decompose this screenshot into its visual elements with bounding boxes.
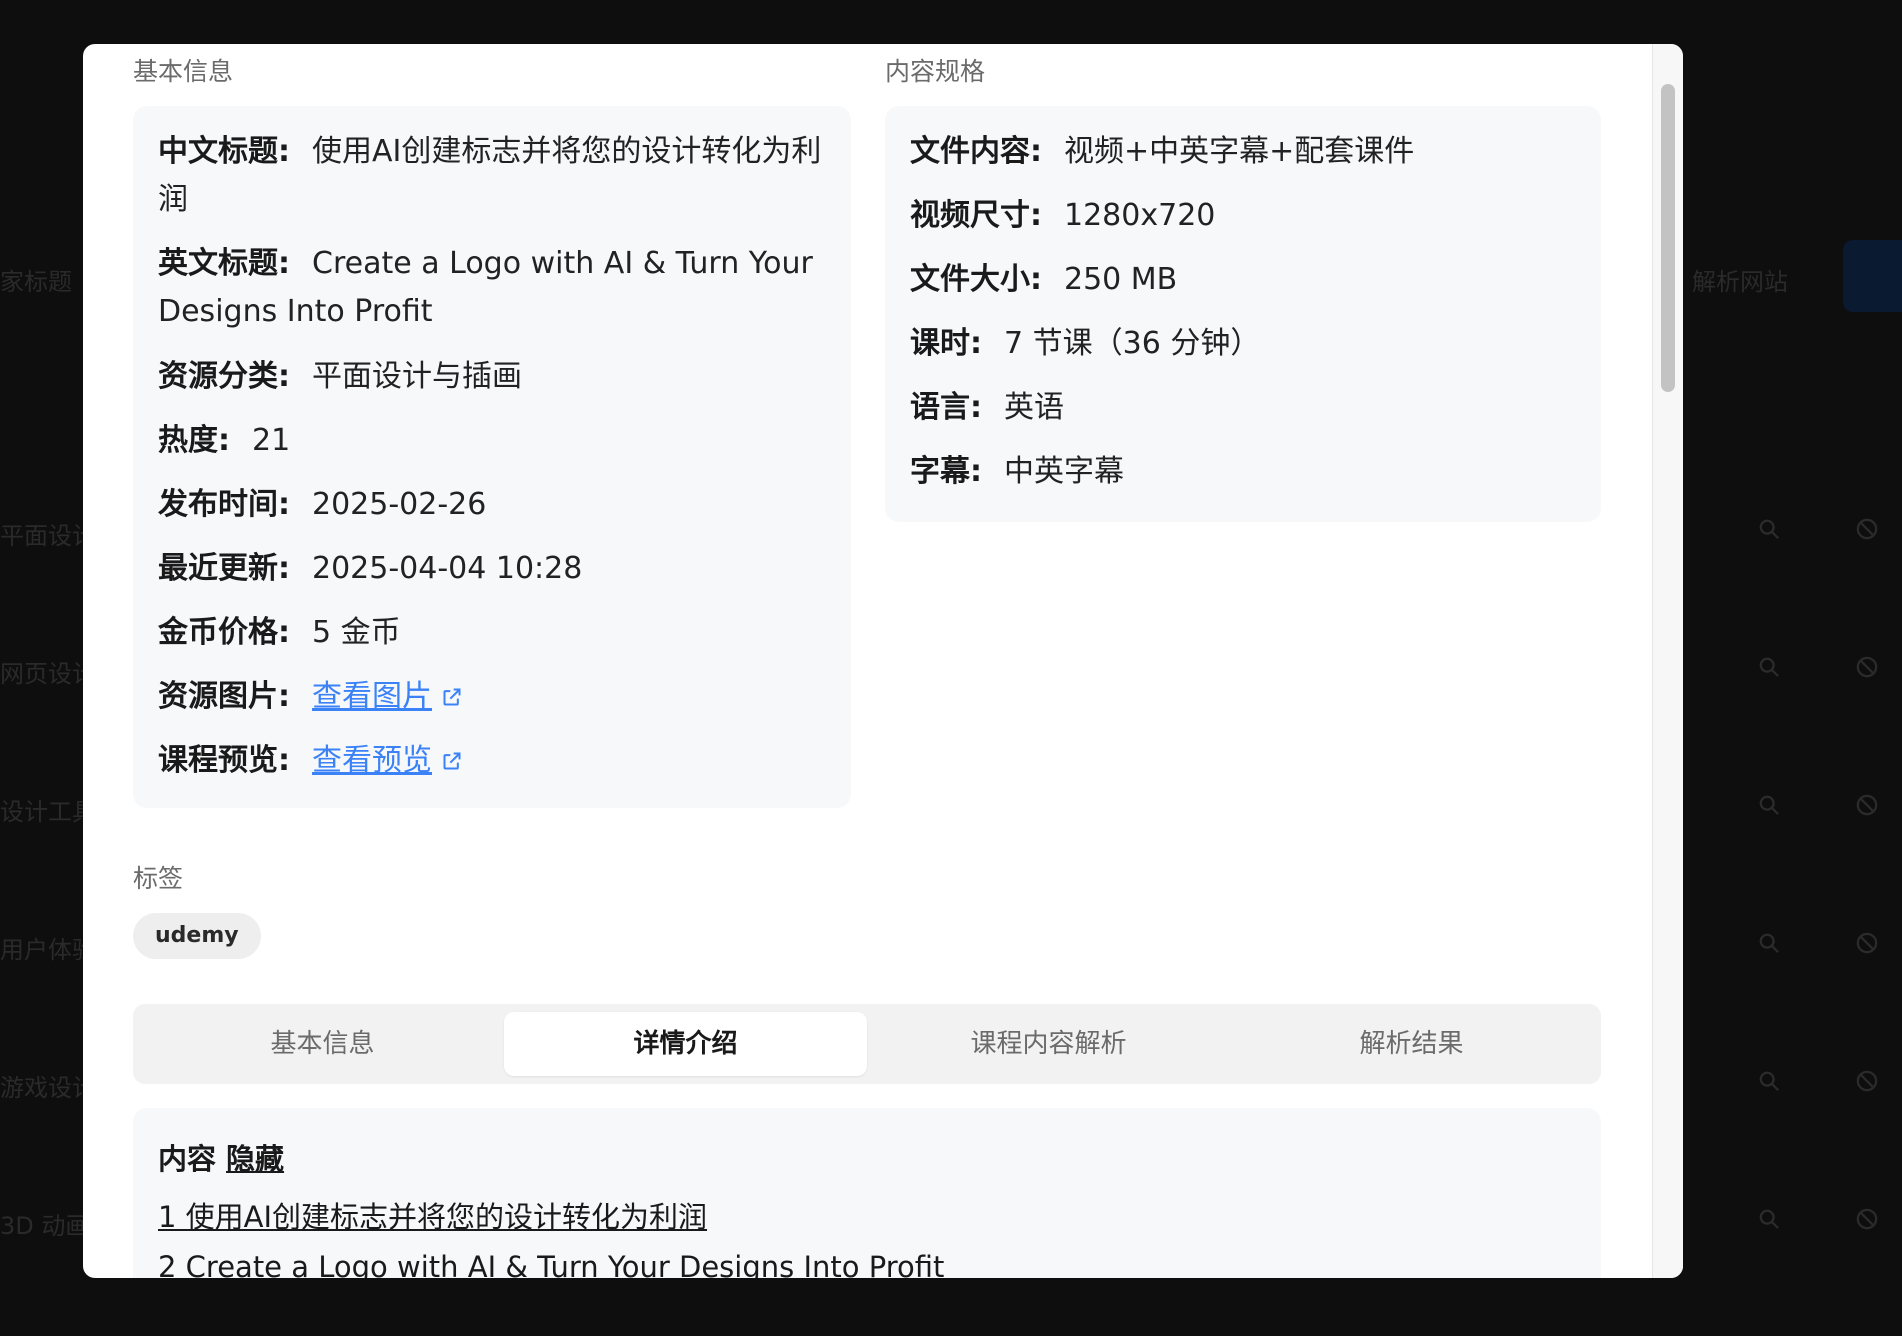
language-label: 语言: (910, 390, 982, 425)
heat-row: 热度: 21 (158, 417, 290, 465)
publish-time-value: 2025-02-26 (312, 487, 487, 522)
video-size-value: 1280x720 (1064, 198, 1216, 233)
search-icon (1759, 933, 1779, 953)
search-icon (1759, 657, 1779, 677)
background-add-button (1843, 240, 1902, 312)
category-value: 平面设计与插画 (312, 359, 522, 394)
background-parse-site-label: 解析网站 (1692, 268, 1788, 296)
view-preview-link[interactable]: 查看预览 (312, 743, 432, 778)
content-spec-card: 文件内容: 视频+中英字幕+配套课件 视频尺寸: 1280x720 文件大小: 250… (885, 106, 1601, 522)
scrollbar-thumb[interactable] (1661, 84, 1675, 392)
cn-title-label: 中文标题: (158, 134, 290, 169)
updated-label: 最近更新: (158, 551, 290, 586)
modal-scrollbar[interactable] (1652, 44, 1683, 1278)
content-toc-link[interactable]: 2 Create a Logo with AI & Turn Your Desi… (158, 1250, 944, 1278)
video-size-label: 视频尺寸: (910, 198, 1042, 233)
search-icon (1759, 1071, 1779, 1091)
video-size-row: 视频尺寸: 1280x720 (910, 192, 1215, 240)
subtitles-label: 字幕: (910, 454, 982, 489)
file-size-row: 文件大小: 250 MB (910, 256, 1177, 304)
content-heading-label: 内容 (158, 1142, 217, 1176)
lessons-label: 课时: (910, 326, 982, 361)
updated-value: 2025-04-04 10:28 (312, 551, 583, 586)
hide-toggle-link[interactable]: 隐藏 (226, 1142, 284, 1176)
image-label: 资源图片: (158, 679, 290, 714)
background-row-label: 平面设计 (0, 522, 96, 550)
lessons-value: 7 节课（36 分钟） (1004, 326, 1261, 361)
tab-basic-info[interactable]: 基本信息 (141, 1012, 504, 1076)
background-row-label: 网页设计 (0, 660, 96, 688)
search-icon (1759, 1209, 1779, 1229)
updated-row: 最近更新: 2025-04-04 10:28 (158, 545, 582, 593)
language-row: 语言: 英语 (910, 384, 1064, 432)
heat-value: 21 (252, 423, 291, 458)
heat-label: 热度: (158, 423, 230, 458)
background-row-label: 用户体验 (0, 936, 96, 964)
preview-label: 课程预览: (158, 743, 290, 778)
tags-section-label: 标签 (133, 864, 184, 893)
block-icon (1856, 518, 1878, 540)
lessons-row: 课时: 7 节课（36 分钟） (910, 320, 1260, 368)
file-content-row: 文件内容: 视频+中英字幕+配套课件 (910, 128, 1414, 176)
background-row-label: 游戏设计 (0, 1074, 96, 1102)
file-size-label: 文件大小: (910, 262, 1042, 297)
en-title-row: 英文标题: Create a Logo with AI & Turn Your D… (158, 240, 826, 336)
tab-course-content-analysis[interactable]: 课程内容解析 (867, 1012, 1230, 1076)
external-link-icon[interactable] (442, 687, 462, 707)
tab-details[interactable]: 详情介绍 (504, 1012, 867, 1076)
image-row: 资源图片: 查看图片 (158, 673, 462, 721)
basic-info-section-label: 基本信息 (133, 57, 234, 86)
subtitles-row: 字幕: 中英字幕 (910, 448, 1124, 496)
file-content-label: 文件内容: (910, 134, 1042, 169)
content-spec-section-label: 内容规格 (885, 57, 986, 86)
preview-row: 课程预览: 查看预览 (158, 737, 462, 785)
block-icon (1856, 1070, 1878, 1092)
en-title-label: 英文标题: (158, 246, 290, 281)
price-row: 金币价格: 5 金币 (158, 609, 401, 657)
basic-info-card: 中文标题: 使用AI创建标志并将您的设计转化为利润 英文标题: Create a L… (133, 106, 851, 808)
background-row-label: 设计工具 (0, 798, 96, 826)
search-icon (1759, 519, 1779, 539)
detail-tabs: 基本信息 详情介绍 课程内容解析 解析结果 (133, 1004, 1601, 1084)
search-icon (1759, 795, 1779, 815)
block-icon (1856, 932, 1878, 954)
content-toc-link[interactable]: 1 使用AI创建标志并将您的设计转化为利润 (158, 1194, 707, 1236)
external-link-icon[interactable] (442, 751, 462, 771)
price-value: 5 金币 (312, 615, 401, 650)
file-content-value: 视频+中英字幕+配套课件 (1064, 134, 1415, 169)
file-size-value: 250 MB (1064, 262, 1178, 297)
subtitles-value: 中英字幕 (1004, 454, 1124, 489)
publish-time-row: 发布时间: 2025-02-26 (158, 481, 486, 529)
language-value: 英语 (1004, 390, 1064, 425)
category-label: 资源分类: (158, 359, 290, 394)
block-icon (1856, 794, 1878, 816)
background-column-header: 家标题 (0, 268, 72, 296)
tag-chip[interactable]: udemy (133, 913, 261, 959)
tab-analysis-result[interactable]: 解析结果 (1230, 1012, 1593, 1076)
course-detail-modal: 基本信息 内容规格 中文标题: 使用AI创建标志并将您的设计转化为利润 英文标题:… (83, 44, 1683, 1278)
details-content-card: 内容 隐藏 1 使用AI创建标志并将您的设计转化为利润 2 Create a Lo… (133, 1108, 1601, 1278)
block-icon (1856, 1208, 1878, 1230)
category-row: 资源分类: 平面设计与插画 (158, 353, 522, 401)
publish-time-label: 发布时间: (158, 487, 290, 522)
background-row-label: 3D 动画 (0, 1212, 90, 1240)
content-heading: 内容 隐藏 (158, 1136, 284, 1178)
view-image-link[interactable]: 查看图片 (312, 679, 432, 714)
cn-title-row: 中文标题: 使用AI创建标志并将您的设计转化为利润 (158, 128, 826, 224)
block-icon (1856, 656, 1878, 678)
price-label: 金币价格: (158, 615, 290, 650)
